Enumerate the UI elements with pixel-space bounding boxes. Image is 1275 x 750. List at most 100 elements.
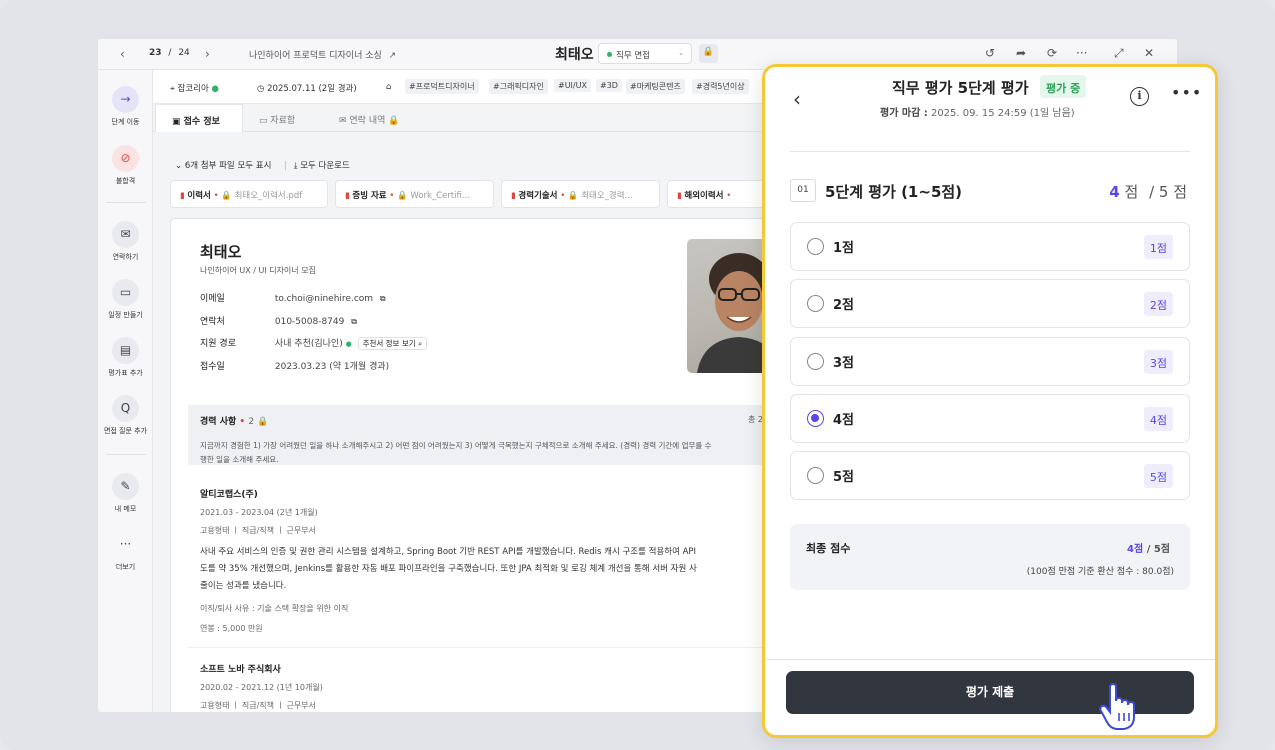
chevron-down-icon[interactable]: ⌄ bbox=[175, 161, 185, 171]
divider bbox=[106, 202, 146, 203]
route-value: 사내 추천(김나인) bbox=[274, 339, 343, 349]
score-option-4[interactable]: 4점 4점 bbox=[790, 394, 1190, 443]
file-chip[interactable]: ▮ 이력서 • 🔒 최태오_이력서.pdf bbox=[170, 180, 328, 208]
experience-title-label: 경력 사항 bbox=[200, 417, 237, 427]
breadcrumb-label: 나인하이어 프로덕트 디자이너 소싱 bbox=[249, 51, 382, 61]
job-fields: 고용형태 ㅣ 직급/직책 ㅣ 근무부서 bbox=[200, 701, 316, 710]
phone-label: 연락처 bbox=[200, 317, 225, 327]
lock-icon: 🔒 bbox=[397, 191, 408, 201]
calendar-icon: ▭ bbox=[112, 279, 139, 306]
sidebar-item-more[interactable]: ··· 더보기 bbox=[98, 531, 153, 572]
option-label: 2점 bbox=[833, 298, 855, 313]
score-value: 4 bbox=[1109, 183, 1120, 201]
question-title: 5단계 평가 (1~5점) bbox=[825, 183, 963, 201]
chevron-left-icon[interactable]: ‹ bbox=[120, 47, 125, 61]
tag-chip[interactable]: #프로덕트디자이너 bbox=[405, 79, 479, 94]
lock-icon[interactable]: 🔒 bbox=[699, 44, 718, 63]
close-icon[interactable]: ✕ bbox=[1144, 46, 1154, 60]
final-score-number: 4점 bbox=[1127, 544, 1144, 555]
job-company: 소프트 노바 주식회사 bbox=[200, 665, 281, 675]
back-icon[interactable]: ‹ bbox=[793, 87, 801, 111]
sidebar-item-move-stage[interactable]: → 단계 이동 bbox=[98, 86, 153, 127]
file-type: 해외이력서 bbox=[684, 191, 724, 201]
applied-row: 접수일 2023.03.23 (약 1개월 경과) bbox=[200, 359, 389, 372]
divider bbox=[790, 151, 1190, 152]
sidebar-item-add-eval[interactable]: ▤ 평가표 추가 bbox=[98, 337, 153, 378]
copy-icon[interactable]: ⧉ bbox=[351, 317, 357, 326]
divider: | bbox=[284, 161, 288, 171]
sidebar-item-reject[interactable]: ⊘ 불합격 bbox=[98, 145, 153, 186]
tag-chip[interactable]: #그래픽디자인 bbox=[489, 79, 548, 94]
more-icon[interactable]: ••• bbox=[1171, 83, 1202, 102]
sidebar-item-label: 평가표 추가 bbox=[108, 369, 143, 377]
sidebar-item-add-question[interactable]: Q 면접 질문 추가 bbox=[98, 395, 153, 436]
referral-info-label: 추천서 정보 보기 bbox=[362, 339, 416, 348]
file-name: 최태오_이력서.pdf bbox=[234, 191, 303, 201]
radio-button[interactable] bbox=[807, 353, 824, 370]
refresh-icon[interactable]: ⟳ bbox=[1047, 46, 1057, 60]
applied-date: ◷ 2025.07.11 (2일 경과) bbox=[257, 82, 357, 94]
question-icon: Q bbox=[112, 395, 139, 422]
tag-chip[interactable]: #UI/UX bbox=[554, 79, 591, 92]
share-icon[interactable]: ➦ bbox=[1016, 46, 1026, 60]
sidebar-item-schedule[interactable]: ▭ 일정 만들기 bbox=[98, 279, 153, 320]
required-dot-icon: • bbox=[726, 191, 732, 201]
email-value: to.choi@ninehire.com bbox=[274, 294, 374, 304]
sidebar-item-label: 일정 만들기 bbox=[108, 311, 143, 319]
tag-chip[interactable]: #마케팅콘텐츠 bbox=[626, 79, 685, 94]
applied-date-label: 2025.07.11 (2일 경과) bbox=[267, 84, 357, 94]
experience-question-line: 지금까지 경험한 1) 가장 어려웠던 일을 하나 소개해주시고 2) 어떤 점… bbox=[200, 441, 712, 450]
file-chip[interactable]: ▮ 증빙 자료 • 🔒 Work_Certifi... bbox=[335, 180, 494, 208]
breadcrumb[interactable]: 나인하이어 프로덕트 디자이너 소싱 ↗ bbox=[249, 48, 396, 61]
stage-select[interactable]: 직무 면접 ⌄ bbox=[598, 43, 692, 64]
file-chip[interactable]: ▮ 경력기술서 • 🔒 최태오_경력... bbox=[501, 180, 660, 208]
score-option-2[interactable]: 2점 2점 bbox=[790, 279, 1190, 328]
download-all-link[interactable]: 모두 다운로드 bbox=[300, 161, 350, 171]
show-all-files-toggle[interactable]: 6개 첨부 파일 모두 표시 bbox=[185, 161, 272, 171]
tag-chip[interactable]: #경력5년이상 bbox=[692, 79, 749, 94]
score-option-3[interactable]: 3점 3점 bbox=[790, 337, 1190, 386]
score-option-5[interactable]: 5점 5점 bbox=[790, 451, 1190, 500]
copy-icon[interactable]: ⧉ bbox=[380, 294, 386, 303]
job-company: 알티코랩스(주) bbox=[200, 490, 258, 500]
score-option-1[interactable]: 1점 1점 bbox=[790, 222, 1190, 271]
option-label: 5점 bbox=[833, 470, 855, 485]
phone-row: 연락처 010-5008-8749 ⧉ bbox=[200, 314, 357, 327]
page-current: 23 bbox=[149, 48, 162, 58]
divider bbox=[106, 454, 146, 455]
question-number: 01 bbox=[790, 179, 816, 202]
option-label: 1점 bbox=[833, 241, 855, 256]
mail-icon: ✉ bbox=[112, 221, 139, 248]
expand-icon[interactable]: ⤢ bbox=[1114, 46, 1124, 61]
radio-button[interactable] bbox=[807, 467, 824, 484]
radio-button[interactable] bbox=[807, 238, 824, 255]
sidebar-item-memo[interactable]: ✎ 내 메모 bbox=[98, 473, 153, 514]
chevron-right-icon[interactable]: › bbox=[205, 47, 210, 61]
tab-application-info[interactable]: ▣ 접수 정보 bbox=[155, 104, 243, 132]
tab-label: 자료함 bbox=[270, 116, 296, 126]
tab-files[interactable]: ▭ 자료함 bbox=[259, 104, 329, 132]
tag-chip[interactable]: #3D bbox=[596, 79, 622, 92]
required-dot-icon: • bbox=[239, 417, 246, 427]
sidebar-item-label: 더보기 bbox=[115, 563, 136, 571]
page-separator: / bbox=[168, 48, 172, 58]
sidebar-item-label: 면접 질문 추가 bbox=[103, 427, 148, 435]
screen-frame: ‹ 23 / 24 › 나인하이어 프로덕트 디자이너 소싱 ↗ 최태오 직무 … bbox=[0, 0, 1275, 750]
referral-info-button[interactable]: 추천서 정보 보기 ⌕ bbox=[357, 337, 428, 350]
radio-button-selected[interactable] bbox=[807, 410, 824, 427]
option-tag: 4점 bbox=[1143, 407, 1173, 431]
sidebar-item-contact[interactable]: ✉ 연락하기 bbox=[98, 221, 153, 262]
final-score-label: 최종 점수 bbox=[806, 542, 851, 555]
evaluation-title: 직무 평가 5단계 평가 bbox=[892, 79, 1029, 97]
job-salary: 연봉 : 5,000 만원 bbox=[200, 624, 263, 633]
route-row: 지원 경로 사내 추천(김나인) ● 추천서 정보 보기 ⌕ bbox=[200, 336, 428, 350]
evaluation-deadline: 평가 마감 : 2025. 09. 15 24:59 (1일 남음) bbox=[880, 104, 1075, 119]
radio-button[interactable] bbox=[807, 295, 824, 312]
more-icon: ··· bbox=[119, 537, 132, 551]
info-icon[interactable]: i bbox=[1130, 87, 1149, 106]
history-icon[interactable]: ↺ bbox=[985, 46, 995, 60]
sidebar-item-label: 단계 이동 bbox=[111, 118, 140, 126]
tab-contact-history[interactable]: ✉ 연락 내역 🔒 bbox=[339, 104, 439, 132]
more-icon[interactable]: ··· bbox=[1076, 46, 1087, 60]
question-score: 4 점 / 5 점 bbox=[1109, 181, 1187, 202]
